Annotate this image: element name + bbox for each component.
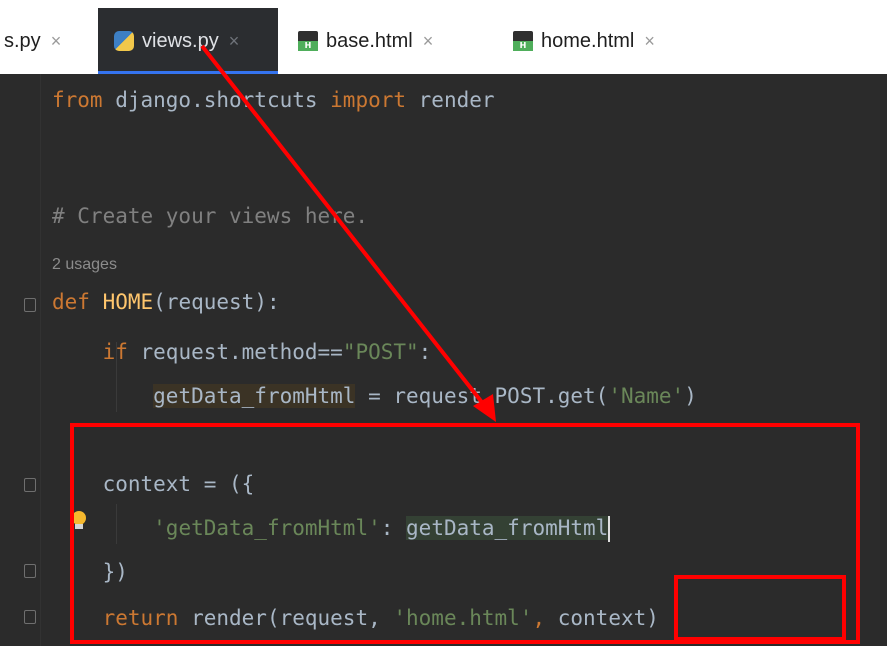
code-if-line[interactable]: if request.method=="POST": bbox=[52, 334, 432, 370]
code-dict-line[interactable]: 'getData_fromHtml': getData_fromHtml bbox=[52, 510, 611, 546]
variable-name: getData_fromHtml bbox=[406, 516, 609, 540]
keyword: def bbox=[52, 290, 90, 314]
tab-base-html[interactable]: base.html × bbox=[290, 8, 480, 74]
usages-hint[interactable]: 2 usages bbox=[52, 256, 117, 274]
close-icon[interactable]: × bbox=[644, 31, 655, 52]
code-line-1[interactable]: from django.shortcuts import render bbox=[52, 82, 495, 118]
paren: ) bbox=[684, 384, 697, 408]
fold-end-icon[interactable] bbox=[24, 564, 36, 578]
colon: : bbox=[418, 340, 432, 364]
string-literal: "POST" bbox=[342, 340, 419, 364]
html-file-icon bbox=[513, 31, 533, 51]
code-comment[interactable]: # Create your views here. bbox=[52, 198, 368, 234]
params: (request): bbox=[153, 290, 280, 314]
tab-label: views.py bbox=[142, 29, 219, 52]
python-file-icon bbox=[114, 31, 134, 51]
code-close-line[interactable]: }) bbox=[52, 554, 128, 590]
close-icon[interactable]: × bbox=[229, 31, 240, 52]
tab-views-py[interactable]: views.py × bbox=[98, 8, 278, 74]
code-return-line[interactable]: return render(request, 'home.html', cont… bbox=[52, 600, 659, 636]
text-caret bbox=[608, 516, 611, 542]
fold-marker-icon[interactable] bbox=[24, 298, 36, 312]
editor-gutter[interactable] bbox=[0, 74, 41, 646]
tab-s-py[interactable]: s.py × bbox=[0, 8, 86, 74]
keyword: if bbox=[102, 340, 128, 364]
colon: : bbox=[380, 516, 407, 540]
tab-label: s.py bbox=[4, 29, 41, 52]
tab-label: home.html bbox=[541, 29, 635, 52]
function-name: HOME bbox=[102, 290, 154, 314]
expression: request.method== bbox=[127, 340, 343, 364]
fold-marker-icon[interactable] bbox=[24, 478, 36, 492]
editor-tab-bar: s.py × views.py × base.html × home.html … bbox=[0, 8, 887, 74]
expression: = request.POST.get( bbox=[355, 384, 609, 408]
string-literal: 'getData_fromHtml' bbox=[153, 516, 381, 540]
comma: , bbox=[532, 606, 546, 630]
keyword: return bbox=[102, 606, 179, 630]
tab-label: base.html bbox=[326, 29, 413, 52]
code-assign-line[interactable]: getData_fromHtml = request.POST.get('Nam… bbox=[52, 378, 697, 414]
close-icon[interactable]: × bbox=[51, 31, 62, 52]
string-literal: 'Name' bbox=[608, 384, 685, 408]
code-editor[interactable]: from django.shortcuts import render # Cr… bbox=[0, 74, 887, 646]
keyword: import bbox=[330, 88, 407, 112]
close-icon[interactable]: × bbox=[423, 31, 434, 52]
keyword: from bbox=[52, 88, 103, 112]
code-def-line[interactable]: def HOME(request): bbox=[52, 284, 280, 320]
tab-home-html[interactable]: home.html × bbox=[505, 8, 705, 74]
identifier: render bbox=[406, 88, 495, 112]
html-file-icon bbox=[298, 31, 318, 51]
variable-name: getData_fromHtml bbox=[153, 384, 356, 408]
context-argument: context) bbox=[545, 606, 659, 630]
module-name: django.shortcuts bbox=[102, 88, 331, 112]
expression: render(request, bbox=[178, 606, 394, 630]
code-context-line[interactable]: context = ({ bbox=[52, 466, 255, 502]
fold-end-icon[interactable] bbox=[24, 610, 36, 624]
string-literal: 'home.html' bbox=[393, 606, 533, 630]
